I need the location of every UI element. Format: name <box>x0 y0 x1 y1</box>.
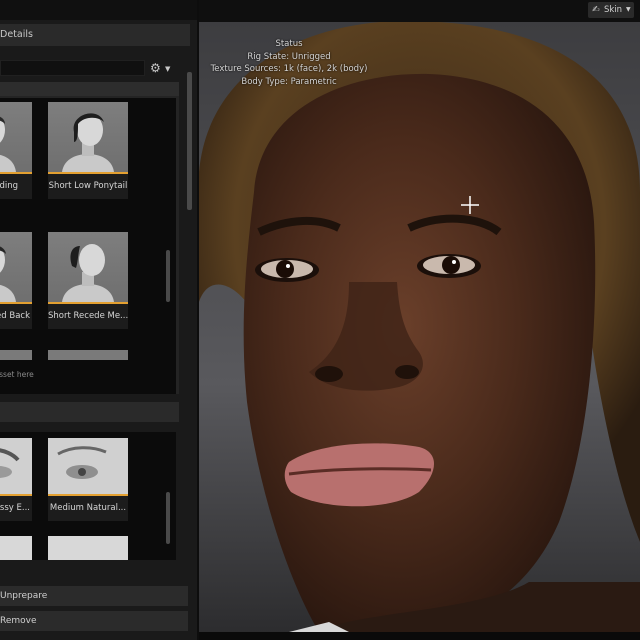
panel-top-strip <box>0 0 197 20</box>
skin-icon: ✍ <box>592 5 600 15</box>
unprepare-button[interactable]: Unprepare <box>0 586 188 606</box>
details-panel: Details ⚙ ▼ ding Short Low Ponytail d Ba… <box>0 0 197 640</box>
character-render <box>199 22 640 632</box>
viewport[interactable]: ✍ Skin ▼ Status Rig State: Unrigged Text… <box>199 0 640 640</box>
asset-card-label: Short Recede Me... <box>48 304 128 329</box>
remove-button[interactable]: Remove <box>0 611 188 631</box>
asset-card-short-recede[interactable]: Short Recede Me... <box>48 232 128 329</box>
asset-card-label: Messy E... <box>0 496 32 521</box>
rig-state-text: Rig State: Unrigged <box>247 51 331 62</box>
gear-icon: ⚙ <box>150 61 161 75</box>
asset-thumbnail <box>48 536 128 560</box>
viewport-toolbar: ✍ Skin ▼ <box>199 0 640 22</box>
chevron-down-icon: ▼ <box>626 6 631 13</box>
asset-thumbnail <box>0 232 32 302</box>
unprepare-button-label: Unprepare <box>0 591 48 601</box>
crosshair-icon <box>461 196 479 214</box>
asset-card-label: Short Low Ponytail <box>48 174 128 199</box>
asset-card-messy-eyebrows[interactable]: Messy E... <box>0 438 32 535</box>
asset-thumbnail <box>48 438 128 494</box>
asset-thumbnail <box>48 350 128 360</box>
chevron-down-icon: ▼ <box>165 65 171 73</box>
asset-thumbnail <box>0 102 32 172</box>
asset-thumbnail <box>48 102 128 172</box>
panel-scrollbar[interactable] <box>187 72 192 210</box>
view-mode-dropdown[interactable]: ✍ Skin ▼ <box>588 2 634 18</box>
asset-card-label: Combed Back <box>0 304 32 329</box>
eyebrows-asset-grid: Messy E... Medium Natural... <box>0 432 176 560</box>
hair-asset-grid: Braiding Short Low Ponytail <box>0 98 176 394</box>
asset-thumbnail <box>0 536 32 560</box>
asset-card-combed-back[interactable]: Combed Back <box>0 232 32 329</box>
details-tab[interactable]: Details <box>0 24 190 46</box>
app-window: Details ⚙ ▼ ding Short Low Ponytail d Ba… <box>0 0 640 640</box>
asset-card-braiding[interactable]: Braiding <box>0 102 32 199</box>
asset-thumbnail <box>0 438 32 494</box>
hair-section: Braiding Short Low Ponytail <box>0 82 179 394</box>
details-tab-label: Details <box>0 29 33 40</box>
status-title: Status <box>275 39 303 49</box>
asset-card-label: Medium Natural... <box>48 496 128 521</box>
hair-grid-scrollbar[interactable] <box>166 250 170 302</box>
eyebrows-section-header[interactable] <box>0 402 179 422</box>
asset-card-short-low-ponytail[interactable]: Short Low Ponytail <box>48 102 128 199</box>
texture-sources-text: Texture Sources: 1k (face), 2k (body) <box>210 64 368 74</box>
eyebrows-grid-scrollbar[interactable] <box>166 492 170 544</box>
asset-card-label: Braiding <box>0 174 32 199</box>
body-type-text: Body Type: Parametric <box>241 76 337 87</box>
hair-section-header[interactable] <box>0 82 179 96</box>
status-overlay: Status Rig State: Unrigged Texture Sourc… <box>199 38 379 88</box>
asset-card-medium-natural[interactable]: Medium Natural... <box>48 438 128 535</box>
remove-button-label: Remove <box>0 616 37 626</box>
search-input[interactable] <box>0 60 145 76</box>
view-mode-label: Skin <box>604 5 623 15</box>
asset-thumbnail <box>48 232 128 302</box>
asset-drop-hint: Asset here <box>0 370 34 379</box>
asset-thumbnail <box>0 350 32 360</box>
options-button[interactable]: ⚙ ▼ <box>150 59 176 77</box>
viewport-bottom-strip <box>199 632 640 640</box>
